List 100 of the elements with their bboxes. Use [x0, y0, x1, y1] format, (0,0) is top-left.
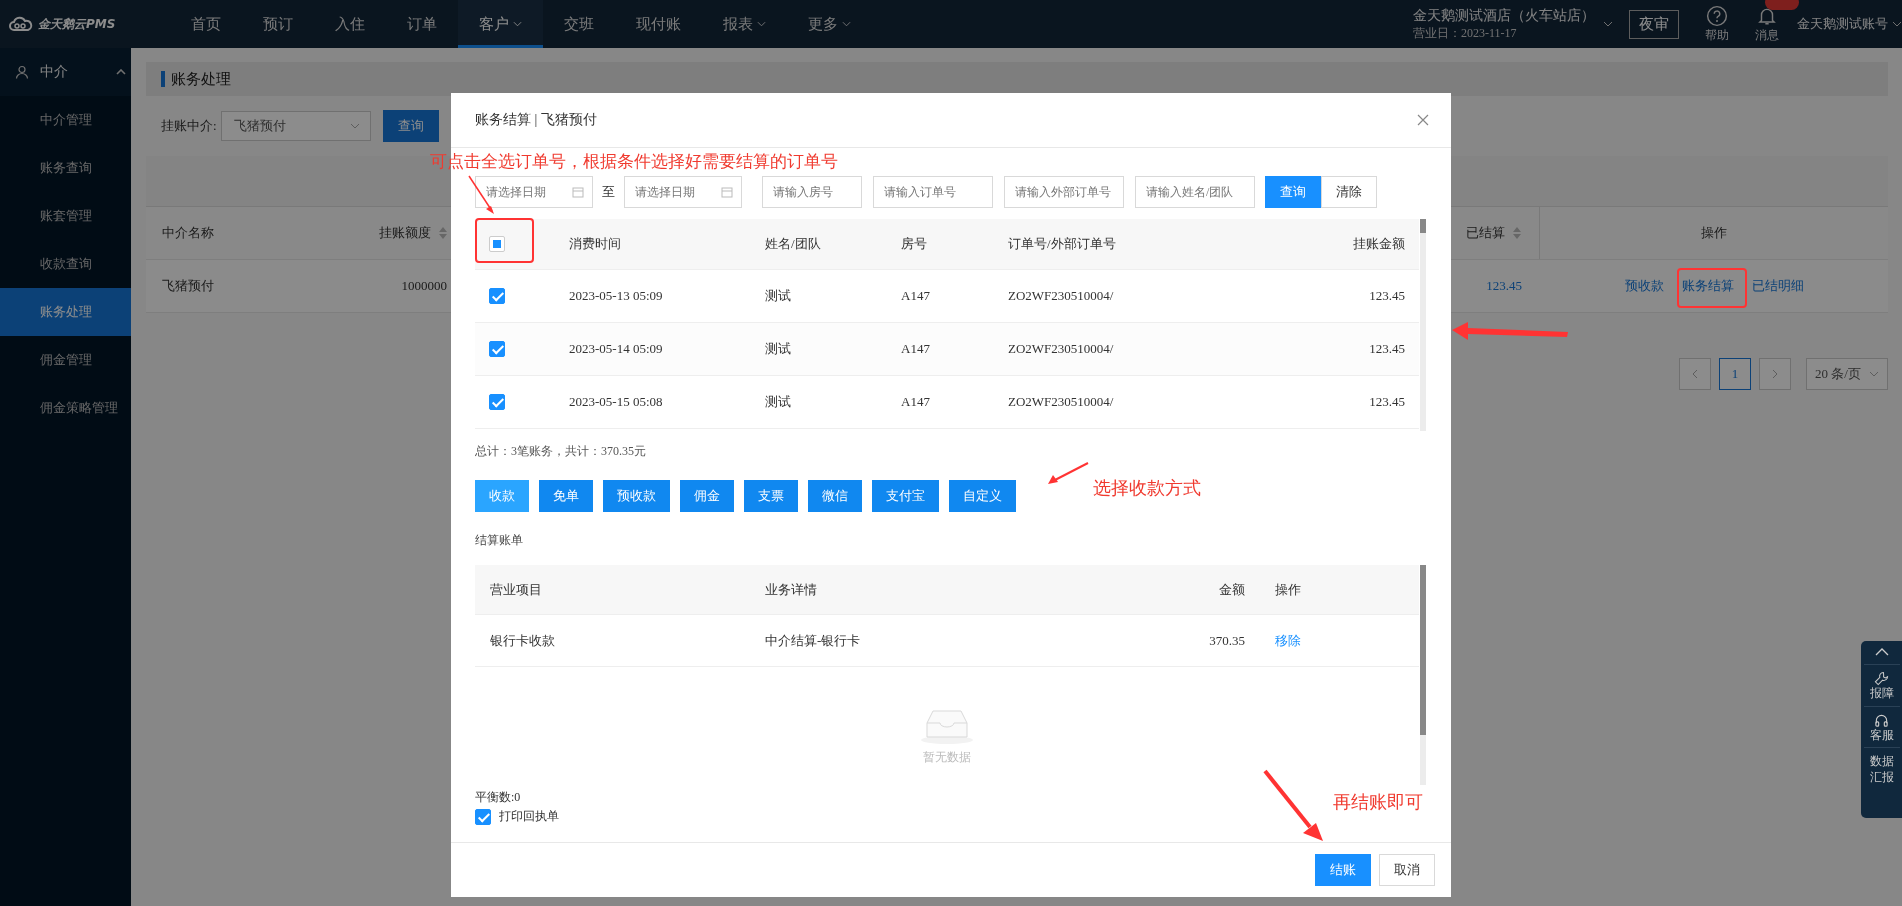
nav-tab[interactable]: 预订 — [242, 0, 314, 48]
highlight-box — [475, 218, 534, 263]
nav-tab[interactable]: 交班 — [543, 0, 615, 48]
action-link[interactable]: 已结明细 — [1751, 277, 1804, 295]
scrollbar[interactable] — [1420, 219, 1426, 431]
print-receipt-checkbox[interactable] — [475, 808, 491, 825]
nav-tab[interactable]: 更多 — [787, 0, 872, 48]
column-header: 营业项目 — [490, 580, 542, 599]
column-header: 消费时间 — [569, 235, 621, 253]
agency-select[interactable]: 飞猪预付 — [220, 111, 371, 141]
table-cell: 123.45 — [1369, 288, 1405, 304]
column-header: 操作 — [1701, 224, 1727, 242]
chevron-down-icon[interactable] — [1892, 21, 1902, 27]
hotel-name[interactable]: 金天鹅测试酒店（火车站店） — [1413, 6, 1595, 25]
sort-icon[interactable] — [1513, 227, 1521, 239]
sidebar-item[interactable]: 收款查询 — [0, 240, 131, 288]
float-panel-link[interactable]: 客服 — [1869, 727, 1894, 744]
chevron-down-icon[interactable] — [1603, 21, 1613, 27]
action-link[interactable]: 账务结算 — [1681, 277, 1734, 295]
column-header: 操作 — [1275, 580, 1301, 599]
table-cell: ZO2WF230510004/ — [1008, 341, 1114, 357]
payment-method-button[interactable]: 收款 — [475, 480, 529, 512]
column-header: 业务详情 — [765, 580, 817, 599]
payment-method-button[interactable]: 佣金 — [680, 480, 734, 512]
nav-tab[interactable]: 首页 — [170, 0, 242, 48]
search-button[interactable]: 查询 — [1265, 176, 1321, 208]
payment-method-button[interactable]: 自定义 — [949, 480, 1016, 512]
nav-tab[interactable]: 报表 — [702, 0, 787, 48]
help-icon[interactable] — [1706, 4, 1728, 27]
section-title: 结算账单 — [475, 532, 524, 549]
wrench-icon[interactable] — [1874, 671, 1889, 686]
sort-icon[interactable] — [439, 227, 447, 239]
chevron-left-icon[interactable] — [1692, 369, 1698, 379]
table-cell: A147 — [901, 341, 930, 357]
table-cell: 1000000 — [401, 278, 447, 294]
float-panel-link[interactable]: 数据汇报 — [1869, 754, 1894, 786]
empty-text: 暂无数据 — [923, 749, 971, 766]
annotation-text: 选择收款方式 — [1093, 476, 1201, 500]
chevron-up-icon[interactable] — [116, 69, 126, 75]
input-field[interactable]: 请输入订单号 — [873, 176, 993, 208]
calendar-icon[interactable] — [572, 186, 584, 198]
cancel-button[interactable]: 取消 — [1379, 854, 1435, 886]
sidebar-item[interactable]: 中介管理 — [0, 96, 131, 144]
chevron-down-icon[interactable] — [349, 123, 360, 129]
table-cell: 123.45 — [1369, 341, 1405, 357]
payment-method-button[interactable]: 预收款 — [603, 480, 670, 512]
clear-button[interactable]: 清除 — [1321, 176, 1377, 208]
row-checkbox[interactable] — [489, 394, 505, 410]
night-audit-button[interactable]: 夜审 — [1629, 9, 1679, 39]
account-name[interactable]: 金天鹅测试账号 — [1797, 15, 1888, 33]
payment-method-button[interactable]: 微信 — [808, 480, 862, 512]
table-cell: 2023-05-14 05:09 — [569, 341, 663, 357]
table-cell: 测试 — [765, 393, 791, 411]
date-field[interactable]: 请选择日期 — [475, 176, 593, 208]
table-cell: 370.35 — [1209, 632, 1245, 649]
help-label: 帮助 — [1705, 26, 1729, 44]
nav-tab[interactable]: 客户 — [458, 0, 543, 48]
query-button[interactable]: 查询 — [382, 110, 439, 142]
input-field[interactable]: 请输入姓名/团队 — [1135, 176, 1255, 208]
input-field[interactable]: 请输入房号 — [762, 176, 862, 208]
sidebar-item[interactable]: 佣金策略管理 — [0, 384, 131, 432]
close-icon[interactable] — [1417, 114, 1429, 126]
table-cell: 2023-05-15 05:08 — [569, 394, 663, 410]
remove-link[interactable]: 移除 — [1275, 631, 1301, 650]
checkbox-label: 打印回执单 — [499, 808, 559, 825]
nav-tab[interactable]: 现付账 — [615, 0, 702, 48]
chevron-down-icon[interactable] — [1869, 371, 1879, 377]
page-title: 账务处理 — [171, 69, 231, 89]
collapse-icon[interactable] — [1874, 648, 1889, 656]
row-checkbox[interactable] — [489, 341, 505, 357]
sidebar-item[interactable]: 账务处理 — [0, 288, 131, 336]
table-cell: 银行卡收款 — [490, 631, 555, 650]
sidebar-item[interactable]: 账务查询 — [0, 144, 131, 192]
date-field[interactable]: 请选择日期 — [624, 176, 742, 208]
page-button[interactable]: 1 — [1719, 358, 1751, 390]
sidebar-item[interactable]: 账套管理 — [0, 192, 131, 240]
payment-method-button[interactable]: 支付宝 — [872, 480, 939, 512]
nav-tab[interactable]: 入住 — [314, 0, 386, 48]
sidebar-item[interactable]: 佣金管理 — [0, 336, 131, 384]
user-icon — [15, 65, 29, 79]
range-separator: 至 — [602, 183, 615, 201]
input-field[interactable]: 请输入外部订单号 — [1004, 176, 1124, 208]
payment-method-button[interactable]: 免单 — [539, 480, 593, 512]
scrollbar[interactable] — [1420, 565, 1426, 785]
headset-icon[interactable] — [1874, 712, 1889, 728]
payment-method-button[interactable]: 支票 — [744, 480, 798, 512]
row-checkbox[interactable] — [489, 288, 505, 304]
settled-amount-link[interactable]: 123.45 — [1486, 278, 1522, 294]
balance-text: 平衡数:0 — [475, 789, 521, 806]
chevron-right-icon[interactable] — [1772, 369, 1778, 379]
nav-tab[interactable]: 订单 — [386, 0, 458, 48]
select-all-checkbox[interactable] — [489, 236, 505, 252]
cloud-logo-icon — [8, 16, 34, 32]
table-cell: ZO2WF230510004/ — [1008, 394, 1114, 410]
checkout-button[interactable]: 结账 — [1315, 854, 1371, 886]
calendar-icon[interactable] — [721, 186, 733, 198]
float-panel-link[interactable]: 报障 — [1869, 686, 1894, 702]
page-size-select[interactable]: 20 条/页 — [1806, 358, 1888, 390]
action-link[interactable]: 预收款 — [1624, 277, 1664, 295]
sidebar-group-header[interactable]: 中介 — [0, 48, 131, 96]
